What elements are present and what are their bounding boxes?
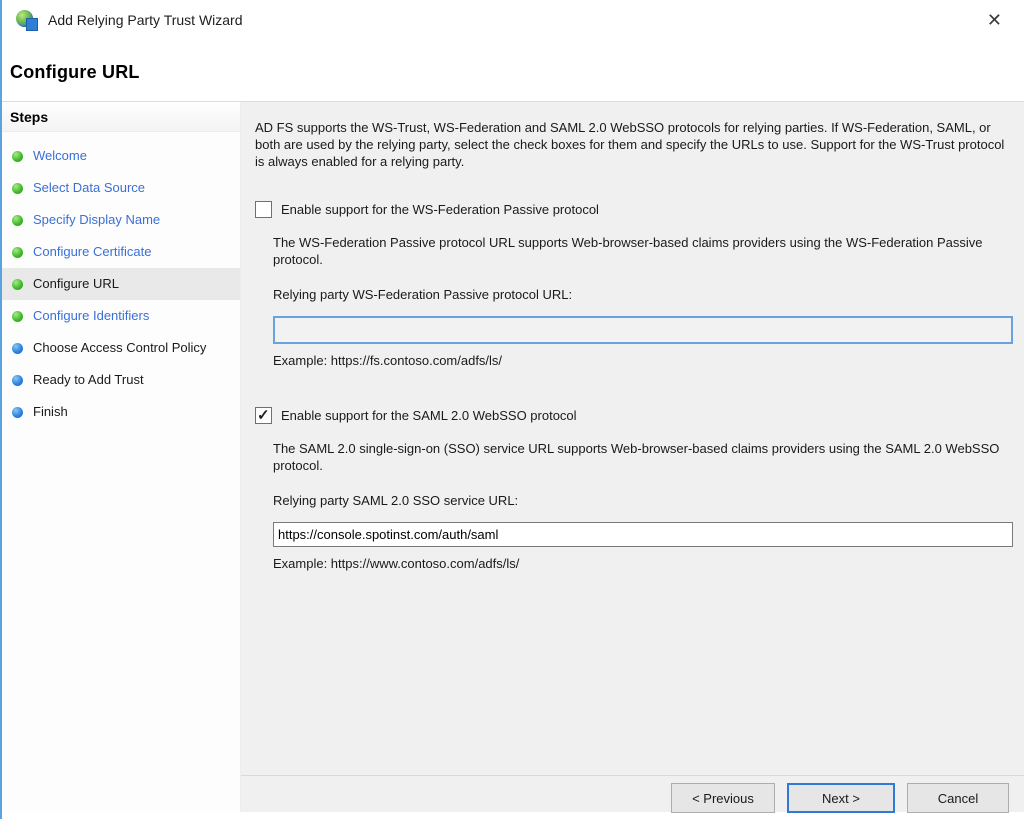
step-bullet-icon [12, 375, 23, 386]
step-label: Welcome [33, 148, 87, 164]
sidebar-item-configure-certificate[interactable]: Configure Certificate [2, 236, 240, 268]
wsfed-section: The WS-Federation Passive protocol URL s… [273, 234, 1013, 368]
step-bullet-icon [12, 343, 23, 354]
wsfed-example: Example: https://fs.contoso.com/adfs/ls/ [273, 353, 1013, 368]
sidebar-item-finish: Finish [2, 396, 240, 428]
adfs-app-icon [16, 9, 38, 31]
step-label: Ready to Add Trust [33, 372, 144, 388]
wsfed-checkbox-label: Enable support for the WS-Federation Pas… [281, 202, 599, 217]
step-label: Configure URL [33, 276, 119, 292]
step-label: Configure Identifiers [33, 308, 149, 324]
step-bullet-icon [12, 151, 23, 162]
close-icon[interactable]: ✕ [979, 9, 1010, 31]
wizard-window: Add Relying Party Trust Wizard ✕ Configu… [0, 0, 1024, 819]
wsfed-url-input[interactable] [273, 316, 1013, 344]
saml-example: Example: https://www.contoso.com/adfs/ls… [273, 556, 1013, 571]
step-bullet-icon [12, 215, 23, 226]
sidebar-item-specify-display-name[interactable]: Specify Display Name [2, 204, 240, 236]
heading-area: Configure URL [2, 40, 1024, 101]
saml-section: The SAML 2.0 single-sign-on (SSO) servic… [273, 440, 1013, 571]
saml-checkbox[interactable] [255, 407, 272, 424]
sidebar-item-configure-identifiers[interactable]: Configure Identifiers [2, 300, 240, 332]
step-bullet-icon [12, 311, 23, 322]
step-label: Finish [33, 404, 68, 420]
saml-url-input[interactable] [273, 522, 1013, 547]
sidebar-item-ready-to-add-trust: Ready to Add Trust [2, 364, 240, 396]
step-label: Choose Access Control Policy [33, 340, 206, 356]
saml-checkbox-row[interactable]: Enable support for the SAML 2.0 WebSSO p… [255, 407, 1013, 424]
building-grid-icon [26, 18, 38, 31]
step-label: Select Data Source [33, 180, 145, 196]
step-bullet-icon [12, 279, 23, 290]
main-panel: AD FS supports the WS-Trust, WS-Federati… [241, 102, 1024, 812]
sidebar-item-configure-url: Configure URL [2, 268, 240, 300]
wsfed-url-label: Relying party WS-Federation Passive prot… [273, 287, 1013, 302]
saml-description: The SAML 2.0 single-sign-on (SSO) servic… [273, 440, 1013, 474]
previous-button[interactable]: < Previous [671, 783, 775, 813]
saml-checkbox-label: Enable support for the SAML 2.0 WebSSO p… [281, 408, 577, 423]
wizard-body: Steps Welcome Select Data Source Specify… [2, 101, 1024, 812]
intro-text: AD FS supports the WS-Trust, WS-Federati… [255, 119, 1010, 170]
next-button[interactable]: Next > [787, 783, 895, 813]
sidebar-item-choose-access-control-policy: Choose Access Control Policy [2, 332, 240, 364]
step-bullet-icon [12, 183, 23, 194]
page-title: Configure URL [10, 62, 1024, 83]
steps-sidebar: Steps Welcome Select Data Source Specify… [2, 102, 241, 812]
step-label: Specify Display Name [33, 212, 160, 228]
cancel-button[interactable]: Cancel [907, 783, 1009, 813]
sidebar-item-welcome[interactable]: Welcome [2, 140, 240, 172]
window-title: Add Relying Party Trust Wizard [48, 12, 243, 28]
wsfed-description: The WS-Federation Passive protocol URL s… [273, 234, 1013, 268]
sidebar-item-select-data-source[interactable]: Select Data Source [2, 172, 240, 204]
steps-list: Welcome Select Data Source Specify Displ… [2, 132, 240, 428]
steps-header: Steps [2, 102, 240, 132]
step-bullet-icon [12, 247, 23, 258]
step-label: Configure Certificate [33, 244, 152, 260]
step-bullet-icon [12, 407, 23, 418]
wsfed-checkbox-row[interactable]: Enable support for the WS-Federation Pas… [255, 201, 1013, 218]
title-bar: Add Relying Party Trust Wizard ✕ [2, 0, 1024, 40]
saml-url-label: Relying party SAML 2.0 SSO service URL: [273, 493, 1013, 508]
wsfed-checkbox[interactable] [255, 201, 272, 218]
footer-button-bar: < Previous Next > Cancel [241, 775, 1024, 812]
